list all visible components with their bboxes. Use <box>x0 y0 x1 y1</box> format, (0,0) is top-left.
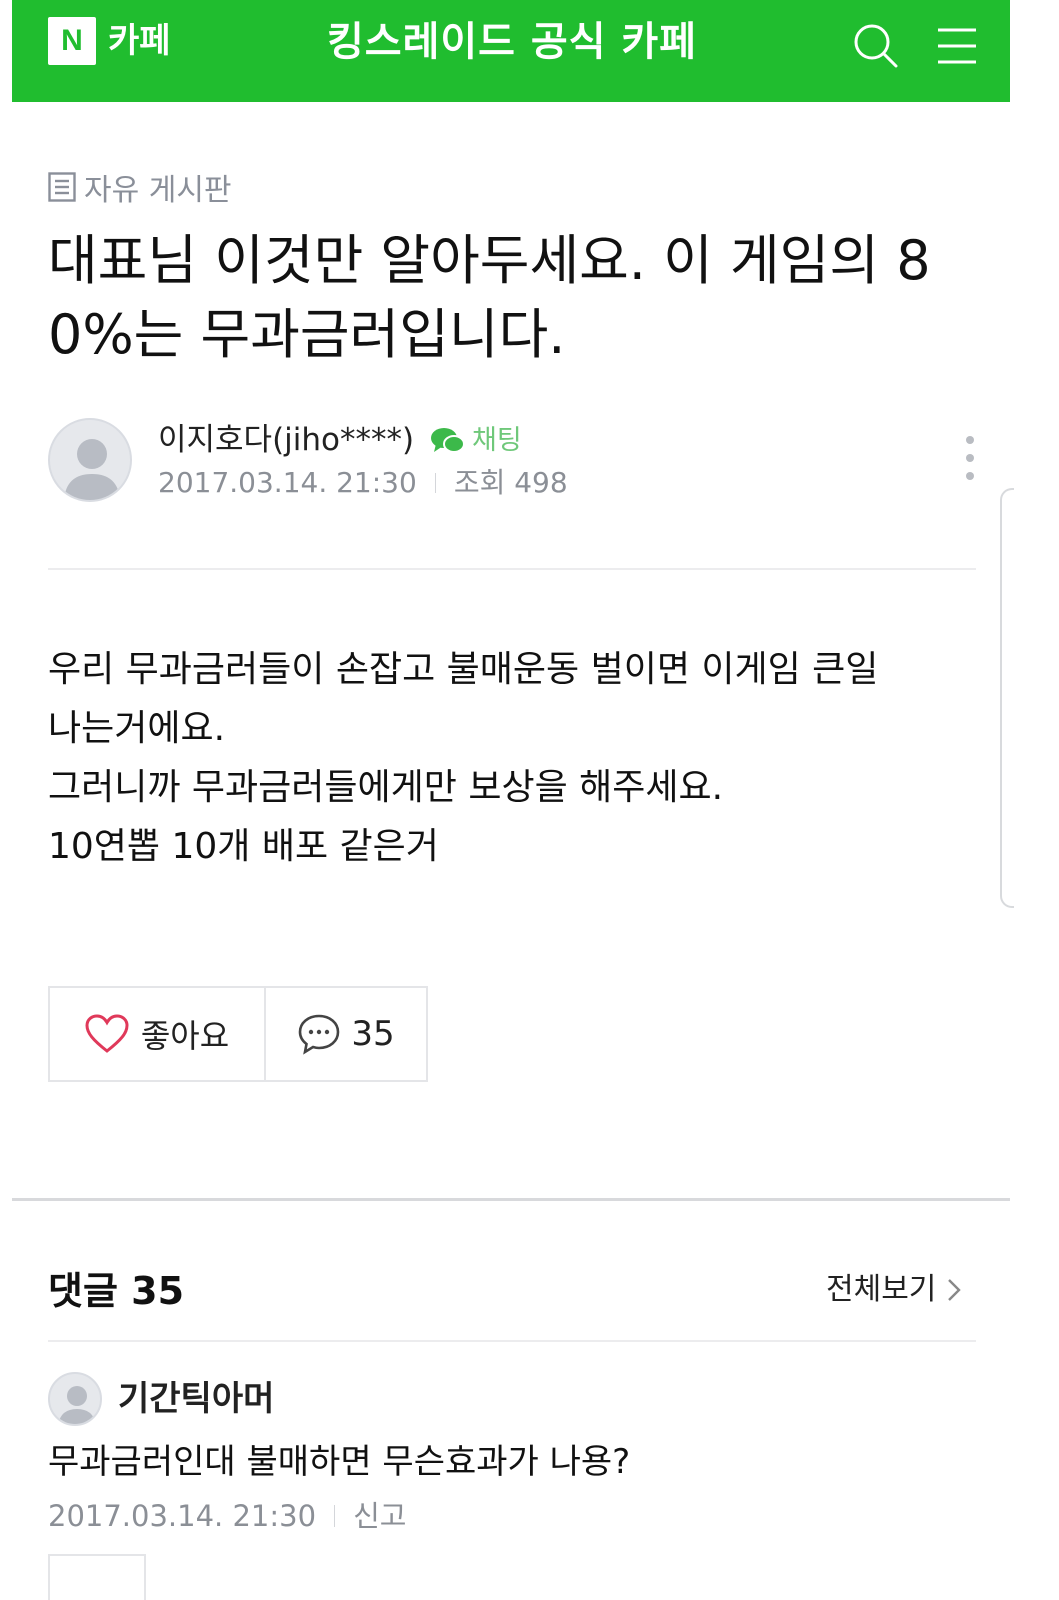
commenter-name[interactable]: 기간틱아머 <box>118 1376 274 1422</box>
comment-meta: 2017.03.14. 21:30 신고 <box>48 1496 406 1536</box>
naver-logo-icon[interactable]: N <box>48 17 96 65</box>
author-name[interactable]: 이지호다(jiho****) <box>158 420 414 460</box>
like-label: 좋아요 <box>140 1017 230 1055</box>
default-profile-icon <box>58 1386 96 1424</box>
meta-divider <box>434 473 436 493</box>
comments-count: 35 <box>131 1269 185 1313</box>
section-divider <box>12 1198 1010 1201</box>
chat-label: 채팅 <box>472 425 522 456</box>
post-actions: 좋아요 35 <box>48 986 428 1082</box>
search-button[interactable] <box>850 20 902 72</box>
search-icon <box>854 24 898 68</box>
divider <box>48 1340 976 1342</box>
divider <box>48 568 976 570</box>
like-button[interactable]: 좋아요 <box>48 986 266 1082</box>
heart-icon <box>85 1014 129 1053</box>
comment-date: 2017.03.14. 21:30 <box>48 1499 317 1533</box>
chat-button[interactable]: 채팅 <box>430 422 522 460</box>
report-button[interactable]: 신고 <box>353 1496 406 1536</box>
comments-title: 댓글 <box>48 1269 118 1313</box>
comment-bubble-icon <box>299 1014 340 1055</box>
cafe-home-link[interactable]: 카페 <box>108 18 171 64</box>
author-avatar[interactable] <box>48 418 132 502</box>
post-title: 대표님 이것만 알아두세요. 이 게임의 80%는 무과금러입니다. <box>48 229 931 366</box>
comment-count: 35 <box>351 1014 395 1054</box>
menu-button[interactable] <box>932 20 984 72</box>
view-all-label: 전체보기 <box>826 1272 937 1307</box>
reply-button[interactable] <box>48 1554 146 1600</box>
content-line: 나는거에요. <box>48 708 226 749</box>
board-link[interactable]: 자유 게시판 <box>48 168 232 208</box>
view-all-comments-link[interactable]: 전체보기 <box>826 1268 962 1312</box>
post-date: 2017.03.14. 21:30 <box>158 466 417 499</box>
comments-heading: 댓글 35 <box>48 1266 184 1316</box>
meta-divider <box>334 1505 336 1527</box>
content-line: 10연뽑 10개 배포 같은거 <box>48 826 439 867</box>
board-label: 자유 게시판 <box>84 173 232 208</box>
top-app-bar: N 카페 킹스레이드 공식 카페 <box>12 0 1010 102</box>
comment-text: 무과금러인대 불매하면 무슨효과가 나용? <box>48 1442 631 1482</box>
author-info: 이지호다(jiho****) 채팅 2017.03.14. 21:30 조회 4… <box>48 416 978 506</box>
board-list-icon <box>48 172 76 202</box>
view-count: 조회 498 <box>453 466 568 499</box>
commenter-avatar[interactable] <box>48 1372 102 1426</box>
content-line: 그러니까 무과금러들에게만 보상을 해주세요. <box>48 767 724 808</box>
scroll-handle[interactable] <box>1000 488 1014 908</box>
content-line: 우리 무과금러들이 손잡고 불매운동 벌이면 이게임 큰일 <box>48 649 879 690</box>
chevron-right-icon <box>948 1279 962 1301</box>
cafe-title[interactable]: 킹스레이드 공식 카페 <box>252 16 772 68</box>
menu-icon <box>938 28 976 64</box>
more-vertical-icon <box>966 436 974 480</box>
comment-button[interactable]: 35 <box>266 986 428 1082</box>
post-meta: 2017.03.14. 21:30 조회 498 <box>158 464 568 502</box>
chat-bubble-icon <box>431 428 465 453</box>
post-content: 우리 무과금러들이 손잡고 불매운동 벌이면 이게임 큰일 나는거에요. 그러니… <box>48 640 978 876</box>
more-options-button[interactable] <box>960 434 980 488</box>
default-profile-icon <box>64 439 120 500</box>
